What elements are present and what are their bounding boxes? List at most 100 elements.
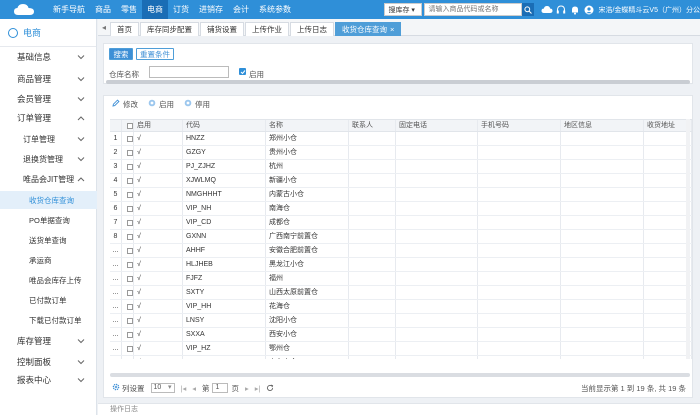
tab[interactable]: 库存同步配置: [140, 21, 199, 36]
sidebar-item[interactable]: 报表中心: [0, 371, 97, 389]
refresh-icon[interactable]: [266, 384, 274, 392]
reset-conditions-button[interactable]: 重置条件: [136, 48, 174, 60]
row-checkbox[interactable]: [122, 188, 134, 201]
table-row[interactable]: ... √ HLJHEB 黑龙江小仓: [110, 258, 692, 272]
table-row[interactable]: 4 √ XJWLMQ 新疆小仓: [110, 174, 692, 188]
row-checkbox[interactable]: [122, 160, 134, 173]
column-settings-button[interactable]: 列设置: [112, 383, 145, 394]
tab[interactable]: 上传日志: [290, 21, 334, 36]
row-checkbox[interactable]: [122, 174, 134, 187]
notification-icon[interactable]: [568, 0, 582, 19]
row-checkbox[interactable]: [122, 230, 134, 243]
sidebar-item[interactable]: 订单管理: [0, 130, 97, 148]
table-row[interactable]: ... √SDJN山东小仓: [110, 356, 692, 359]
prev-page-icon[interactable]: ◂: [192, 384, 196, 393]
row-checkbox[interactable]: [122, 258, 134, 271]
enable-button[interactable]: 启用: [148, 99, 174, 110]
row-checkbox[interactable]: [122, 328, 134, 341]
table-row[interactable]: ... √ VIP_HH 花海仓: [110, 300, 692, 314]
address-cell: [644, 314, 692, 327]
topnav-item[interactable]: 商品: [90, 0, 116, 19]
row-checkbox[interactable]: [122, 244, 134, 257]
row-checkbox[interactable]: [122, 216, 134, 229]
table-row[interactable]: 3 √ PJ_ZJHZ 杭州: [110, 160, 692, 174]
topnav-item[interactable]: 进销存: [194, 0, 228, 19]
panel-scrollbar[interactable]: [106, 80, 690, 84]
row-checkbox[interactable]: [122, 146, 134, 159]
edit-button[interactable]: 修改: [112, 99, 138, 110]
sidebar-item[interactable]: 会员管理: [0, 90, 97, 108]
company-name[interactable]: 宋浩/金蝶精斗云V5（广州）分公: [596, 5, 700, 15]
sidebar-item[interactable]: 控制面板: [0, 353, 97, 371]
table-row[interactable]: ... √ FJFZ 福州: [110, 272, 692, 286]
topnav-item[interactable]: 系统参数: [254, 0, 296, 19]
sidebar-item[interactable]: 退换货管理: [0, 150, 97, 168]
table-row[interactable]: 1 √ HNZZ 郑州小仓: [110, 132, 692, 146]
page-size-select[interactable]: 10 ▾: [150, 383, 175, 393]
grid-horizontal-scrollbar[interactable]: [110, 373, 690, 377]
tab[interactable]: 上传作业: [245, 21, 289, 36]
row-checkbox[interactable]: [122, 132, 134, 145]
table-row[interactable]: 8 √ GXNN 广西南宁前置仓: [110, 230, 692, 244]
tab[interactable]: 铺货设置: [200, 21, 244, 36]
phone-cell: [396, 342, 478, 355]
table-row[interactable]: ... √ SXXA 西安小仓: [110, 328, 692, 342]
sidebar-item[interactable]: 基础信息: [0, 48, 97, 66]
table-row[interactable]: ... √ LNSY 沈阳小仓: [110, 314, 692, 328]
operation-log-strip[interactable]: 操作日志: [98, 403, 700, 415]
search-icon[interactable]: [522, 3, 535, 16]
topnav-item[interactable]: 电商: [142, 0, 168, 19]
cloud-logo-icon[interactable]: [0, 0, 48, 19]
cloud-icon[interactable]: [540, 0, 554, 19]
row-checkbox[interactable]: [122, 286, 134, 299]
row-checkbox[interactable]: [122, 272, 134, 285]
sidebar-item[interactable]: 唯品会JIT管理: [0, 170, 97, 188]
sidebar-item[interactable]: 承运商: [0, 251, 97, 269]
search-button[interactable]: 搜索: [109, 48, 133, 60]
address-cell: [644, 160, 692, 173]
topnav-item[interactable]: 会计: [228, 0, 254, 19]
topnav-item[interactable]: 新手导航: [48, 0, 90, 19]
user-avatar-icon[interactable]: [582, 0, 596, 19]
warehouse-name-input[interactable]: [149, 66, 229, 78]
first-page-icon[interactable]: |◂: [181, 384, 187, 393]
tab-scroll-left-icon[interactable]: ◂: [98, 19, 110, 36]
sidebar-item[interactable]: 送货单查询: [0, 231, 97, 249]
table-row[interactable]: 5 √ NMGHHHT 内蒙古小仓: [110, 188, 692, 202]
grid-vertical-scrollbar[interactable]: [686, 119, 690, 359]
select-all-checkbox[interactable]: [122, 120, 134, 131]
row-checkbox[interactable]: [122, 342, 134, 355]
table-row[interactable]: 7 √ VIP_CD 成都仓: [110, 216, 692, 230]
sidebar-item[interactable]: 库存管理: [0, 332, 97, 350]
table-row[interactable]: ... √ VIP_HZ 鄂州仓: [110, 342, 692, 356]
disable-button[interactable]: 停用: [184, 99, 210, 110]
product-search-input[interactable]: [424, 3, 523, 16]
sidebar-item[interactable]: 订单管理: [0, 109, 97, 127]
last-page-icon[interactable]: ▸|: [255, 384, 261, 393]
page-number-input[interactable]: 1: [212, 383, 229, 393]
sidebar-item[interactable]: 唯品会库存上传: [0, 271, 97, 289]
topnav-item[interactable]: 订货: [168, 0, 194, 19]
row-checkbox[interactable]: [122, 300, 134, 313]
sidebar-item[interactable]: 已付款订单: [0, 291, 97, 309]
table-row[interactable]: ... √ SXTY 山西太原前置仓: [110, 286, 692, 300]
next-page-icon[interactable]: ▸: [245, 384, 249, 393]
topnav-item[interactable]: 零售: [116, 0, 142, 19]
table-row[interactable]: ... √ AHHF 安徽合肥前置仓: [110, 244, 692, 258]
close-tab-icon[interactable]: ×: [390, 25, 394, 34]
stock-search-select[interactable]: 搜库存 ▾: [384, 3, 423, 16]
sidebar-item[interactable]: 商品管理: [0, 70, 97, 88]
headset-icon[interactable]: [554, 0, 568, 19]
sidebar-item[interactable]: PO单据查询: [0, 211, 97, 229]
table-row[interactable]: 6 √ VIP_NH 南海仓: [110, 202, 692, 216]
row-checkbox[interactable]: [122, 202, 134, 215]
row-checkbox[interactable]: [122, 314, 134, 327]
tab[interactable]: 收货仓库查询 ×: [335, 21, 402, 36]
sidebar-item[interactable]: 下载已付款订单: [0, 311, 97, 329]
gear-icon: [112, 383, 120, 393]
tab[interactable]: 首页: [110, 21, 139, 36]
enabled-checkbox[interactable]: [239, 68, 246, 75]
table-row[interactable]: 2 √ GZGY 贵州小仓: [110, 146, 692, 160]
sidebar-item[interactable]: 收货仓库查询: [0, 191, 97, 209]
row-checkbox[interactable]: [122, 356, 134, 359]
